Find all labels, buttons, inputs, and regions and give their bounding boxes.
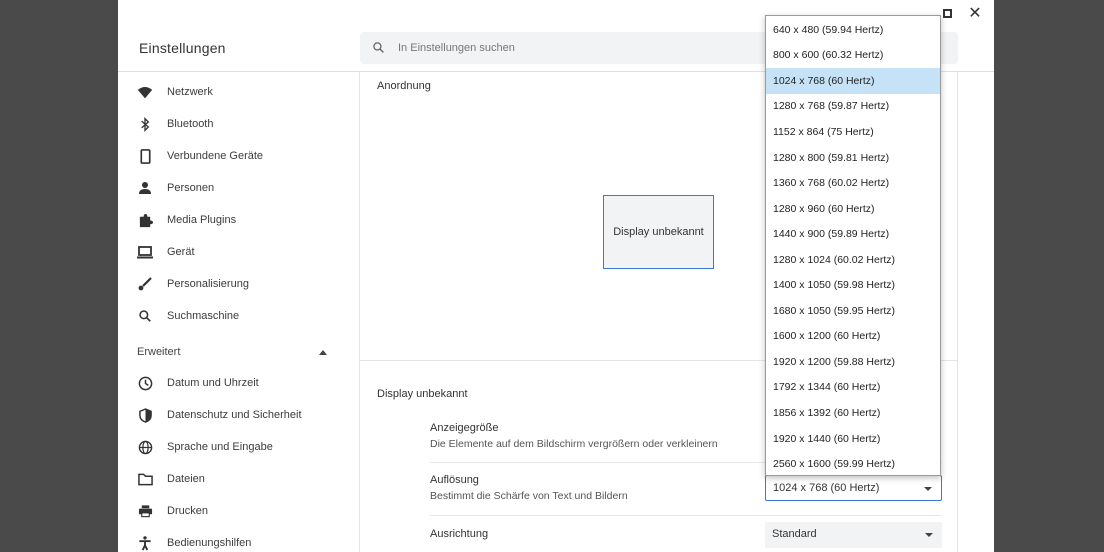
display-section-title: Display unbekannt	[377, 388, 468, 400]
setting-title: Auflösung	[430, 474, 479, 486]
resolution-option[interactable]: 2560 x 1600 (59.99 Hertz)	[766, 451, 940, 477]
clock-icon	[136, 374, 154, 392]
resolution-option[interactable]: 1024 x 768 (60 Hertz)	[766, 68, 940, 94]
sidebar-item-label: Datum und Uhrzeit	[167, 377, 259, 389]
row-divider	[430, 515, 942, 516]
resolution-option[interactable]: 1280 x 960 (60 Hertz)	[766, 196, 940, 222]
setting-orientation: Ausrichtung	[430, 528, 488, 540]
globe-icon	[136, 438, 154, 456]
resolution-option[interactable]: 640 x 480 (59.94 Hertz)	[766, 17, 940, 43]
sidebar-item-label: Datenschutz und Sicherheit	[167, 409, 302, 421]
resolution-option[interactable]: 1152 x 864 (75 Hertz)	[766, 119, 940, 145]
resolution-option[interactable]: 1792 x 1344 (60 Hertz)	[766, 375, 940, 401]
brush-icon	[136, 275, 154, 293]
caret-up-icon	[319, 349, 327, 355]
resolution-select[interactable]: 1024 x 768 (60 Hertz)	[765, 475, 942, 501]
sidebar-item-device[interactable]: Gerät	[136, 238, 195, 266]
folder-icon	[136, 470, 154, 488]
sidebar-item-label: Gerät	[167, 246, 195, 258]
resolution-option[interactable]: 1360 x 768 (60.02 Hertz)	[766, 170, 940, 196]
resolution-option[interactable]: 1920 x 1440 (60 Hertz)	[766, 426, 940, 452]
sidebar-item-label: Media Plugins	[167, 214, 237, 226]
resolution-option[interactable]: 1856 x 1392 (60 Hertz)	[766, 400, 940, 426]
orientation-select[interactable]: Standard	[765, 522, 942, 548]
maximize-icon	[942, 8, 952, 18]
shield-icon	[136, 406, 154, 424]
setting-display-size: Anzeigegröße Die Elemente auf dem Bildsc…	[430, 422, 718, 450]
resolution-option[interactable]: 1400 x 1050 (59.98 Hertz)	[766, 272, 940, 298]
puzzle-icon	[136, 211, 154, 229]
close-button[interactable]: ✕	[966, 4, 984, 22]
sidebar-item-label: Dateien	[167, 473, 205, 485]
setting-resolution: Auflösung Bestimmt die Schärfe von Text …	[430, 474, 628, 502]
resolution-option[interactable]: 1280 x 768 (59.87 Hertz)	[766, 94, 940, 120]
display-arrangement-box[interactable]: Display unbekannt	[603, 195, 714, 269]
window-controls: ✕	[934, 0, 994, 26]
resolution-option[interactable]: 1440 x 900 (59.89 Hertz)	[766, 221, 940, 247]
sidebar-item-connected-devices[interactable]: Verbundene Geräte	[136, 142, 263, 170]
close-icon: ✕	[968, 5, 982, 22]
sidebar-item-personalization[interactable]: Personalisierung	[136, 270, 249, 298]
sidebar-item-label: Verbundene Geräte	[167, 150, 264, 162]
phone-icon	[136, 147, 154, 165]
setting-title: Ausrichtung	[430, 528, 489, 540]
resolution-option[interactable]: 1680 x 1050 (59.95 Hertz)	[766, 298, 940, 324]
wifi-icon	[136, 83, 154, 101]
advanced-section-toggle[interactable]: Erweitert	[137, 340, 327, 364]
chevron-down-icon	[925, 533, 933, 537]
sidebar-item-bluetooth[interactable]: Bluetooth	[136, 110, 213, 138]
sidebar-item-label: Bedienungshilfen	[167, 537, 252, 549]
sidebar-item-label: Bluetooth	[167, 118, 214, 130]
resolution-option[interactable]: 1920 x 1200 (59.88 Hertz)	[766, 349, 940, 375]
search-icon	[136, 307, 154, 325]
resolution-option[interactable]: 1280 x 1024 (60.02 Hertz)	[766, 247, 940, 273]
sidebar-item-search-engine[interactable]: Suchmaschine	[136, 302, 239, 330]
chevron-down-icon	[924, 487, 932, 491]
sidebar-item-files[interactable]: Dateien	[136, 465, 205, 493]
sidebar-item-label: Personalisierung	[167, 278, 249, 290]
sidebar-item-people[interactable]: Personen	[136, 174, 214, 202]
sidebar-item-language-input[interactable]: Sprache und Eingabe	[136, 433, 273, 461]
orientation-select-value: Standard	[772, 528, 817, 540]
sidebar-item-media-plugins[interactable]: Media Plugins	[136, 206, 236, 234]
sidebar-item-label: Netzwerk	[167, 86, 213, 98]
printer-icon	[136, 502, 154, 520]
sidebar-item-label: Drucken	[167, 505, 208, 517]
search-icon	[373, 42, 384, 53]
setting-title: Anzeigegröße	[430, 422, 499, 434]
bluetooth-icon	[136, 115, 154, 133]
app-title: Einstellungen	[139, 40, 226, 56]
advanced-label: Erweitert	[137, 346, 181, 358]
sidebar-item-label: Sprache und Eingabe	[167, 441, 273, 453]
resolution-select-value: 1024 x 768 (60 Hertz)	[773, 482, 880, 494]
person-icon	[136, 179, 154, 197]
laptop-icon	[136, 243, 154, 261]
sidebar-item-label: Personen	[167, 182, 215, 194]
resolution-dropdown-list: 640 x 480 (59.94 Hertz) 800 x 600 (60.32 …	[765, 15, 941, 476]
setting-description: Bestimmt die Schärfe von Text und Bilder…	[430, 490, 628, 502]
setting-description: Die Elemente auf dem Bildschirm vergröße…	[430, 438, 718, 450]
resolution-option[interactable]: 800 x 600 (60.32 Hertz)	[766, 43, 940, 69]
arrangement-title: Anordnung	[377, 80, 431, 92]
sidebar-item-date-time[interactable]: Datum und Uhrzeit	[136, 369, 259, 397]
resolution-option[interactable]: 1600 x 1200 (60 Hertz)	[766, 324, 940, 350]
sidebar-item-accessibility[interactable]: Bedienungshilfen	[136, 529, 251, 552]
sidebar-item-privacy-security[interactable]: Datenschutz und Sicherheit	[136, 401, 302, 429]
sidebar-item-printing[interactable]: Drucken	[136, 497, 208, 525]
sidebar-item-label: Suchmaschine	[167, 310, 240, 322]
sidebar-item-network[interactable]: Netzwerk	[136, 78, 213, 106]
sidebar: Netzwerk Bluetooth Verbundene Geräte Per…	[118, 72, 358, 552]
resolution-option[interactable]: 1280 x 800 (59.81 Hertz)	[766, 145, 940, 171]
accessibility-icon	[136, 534, 154, 552]
